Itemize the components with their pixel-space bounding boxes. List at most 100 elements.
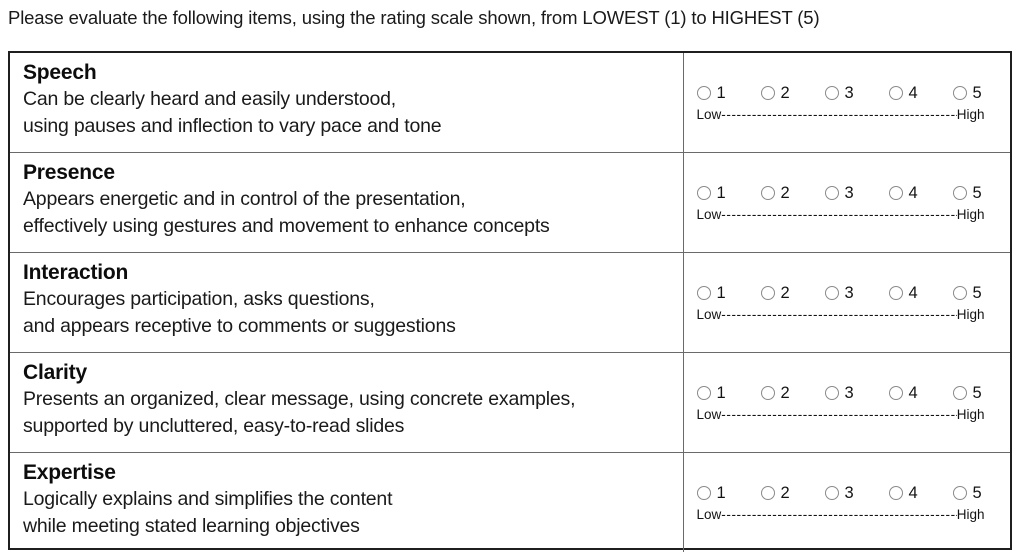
rating-cell-expertise: 1 2 3 4 5 Low --------------------------… — [683, 451, 1010, 552]
rating-anchors: Low ------------------------------------… — [697, 407, 985, 423]
radio-circle-icon[interactable] — [824, 385, 839, 400]
rating-option-1[interactable]: 1 — [696, 283, 761, 302]
radio-circle-icon[interactable] — [696, 385, 711, 400]
rating-options: 1 2 3 4 5 — [696, 82, 995, 104]
rating-anchor-low: Low — [696, 406, 722, 422]
table-row: Presence Appears energetic and in contro… — [10, 152, 1010, 253]
rating-options: 1 2 3 4 5 — [696, 382, 995, 404]
rating-option-5[interactable]: 5 — [952, 483, 982, 502]
item-title: Presence — [23, 161, 115, 185]
rating-option-label: 3 — [844, 184, 854, 203]
radio-circle-icon[interactable] — [696, 186, 711, 201]
radio-circle-icon[interactable] — [760, 385, 775, 400]
rating-option-label: 2 — [780, 184, 790, 203]
rating-option-label: 1 — [716, 383, 726, 402]
rating-option-label: 3 — [844, 84, 854, 103]
radio-circle-icon[interactable] — [888, 86, 903, 101]
item-description-line-2: effectively using gestures and movement … — [23, 215, 550, 238]
rating-option-label: 5 — [972, 184, 982, 203]
radio-circle-icon[interactable] — [952, 285, 967, 300]
rating-option-label: 4 — [908, 383, 918, 402]
rating-anchor-dashes: ----------------------------------------… — [721, 306, 957, 322]
evaluation-table-body: Speech Can be clearly heard and easily u… — [10, 53, 1010, 552]
rating-option-5[interactable]: 5 — [952, 284, 982, 302]
rating-anchor-dashes: ----------------------------------------… — [721, 406, 957, 422]
radio-circle-icon[interactable] — [824, 186, 839, 201]
radio-circle-icon[interactable] — [888, 385, 903, 400]
item-cell-expertise: Expertise Logically explains and simplif… — [10, 451, 684, 552]
radio-circle-icon[interactable] — [696, 485, 711, 500]
rating-option-2[interactable]: 2 — [760, 84, 825, 102]
item-cell-speech: Speech Can be clearly heard and easily u… — [10, 53, 684, 153]
evaluation-table: Speech Can be clearly heard and easily u… — [8, 51, 1012, 552]
rating-anchor-high: High — [956, 207, 985, 223]
radio-circle-icon[interactable] — [824, 86, 839, 101]
rating-option-label: 5 — [972, 483, 982, 502]
radio-circle-icon[interactable] — [696, 86, 711, 101]
rating-option-4[interactable]: 4 — [888, 84, 953, 103]
rating-option-5[interactable]: 5 — [952, 184, 982, 203]
radio-circle-icon[interactable] — [952, 485, 967, 500]
rating-option-label: 4 — [908, 84, 918, 103]
rating-option-2[interactable]: 2 — [760, 184, 825, 203]
rating-anchor-low: Low — [696, 107, 722, 123]
rating-anchors: Low ------------------------------------… — [697, 107, 985, 123]
rating-anchor-dashes: ----------------------------------------… — [721, 506, 957, 522]
rating-option-1[interactable]: 1 — [696, 184, 761, 202]
rating-option-label: 5 — [972, 84, 982, 103]
rating-option-label: 3 — [844, 483, 854, 502]
rating-option-5[interactable]: 5 — [952, 383, 982, 402]
radio-circle-icon[interactable] — [760, 285, 775, 300]
radio-circle-icon[interactable] — [888, 285, 903, 300]
item-description-line-2: while meeting stated learning objectives — [23, 514, 360, 537]
rating-option-2[interactable]: 2 — [760, 484, 825, 502]
rating-option-label: 4 — [908, 184, 918, 203]
rating-option-label: 3 — [844, 283, 854, 302]
rating-option-4[interactable]: 4 — [888, 484, 953, 502]
rating-option-3[interactable]: 3 — [824, 184, 889, 203]
item-title: Expertise — [23, 460, 116, 484]
rating-option-4[interactable]: 4 — [888, 184, 953, 203]
rating-scale: 1 2 3 4 5 Low --------------------------… — [696, 182, 995, 223]
rating-options: 1 2 3 4 5 — [696, 482, 995, 504]
rating-option-3[interactable]: 3 — [824, 483, 889, 502]
rating-options: 1 2 3 4 5 — [696, 182, 995, 204]
radio-circle-icon[interactable] — [888, 485, 903, 500]
item-description-line-1: Can be clearly heard and easily understo… — [23, 88, 396, 110]
rating-option-1[interactable]: 1 — [696, 484, 761, 502]
item-description-line-1: Encourages participation, asks questions… — [23, 288, 375, 311]
rating-option-2[interactable]: 2 — [760, 384, 825, 402]
rating-option-1[interactable]: 1 — [696, 383, 761, 402]
rating-anchors: Low ------------------------------------… — [697, 507, 985, 523]
rating-option-4[interactable]: 4 — [888, 284, 953, 302]
radio-circle-icon[interactable] — [952, 385, 967, 400]
rating-option-2[interactable]: 2 — [760, 284, 825, 302]
radio-circle-icon[interactable] — [760, 485, 775, 500]
rating-option-3[interactable]: 3 — [824, 383, 889, 402]
rating-option-4[interactable]: 4 — [888, 383, 953, 402]
rating-option-5[interactable]: 5 — [952, 84, 982, 103]
rating-anchor-high: High — [956, 306, 985, 322]
rating-anchor-low: Low — [696, 306, 722, 322]
radio-circle-icon[interactable] — [952, 186, 967, 201]
rating-anchor-high: High — [956, 406, 985, 422]
rating-option-label: 1 — [716, 283, 726, 302]
item-description-line-1: Appears energetic and in control of the … — [23, 188, 466, 211]
radio-circle-icon[interactable] — [696, 285, 711, 300]
rating-option-3[interactable]: 3 — [824, 283, 889, 302]
radio-circle-icon[interactable] — [824, 285, 839, 300]
radio-circle-icon[interactable] — [824, 485, 839, 500]
rating-option-1[interactable]: 1 — [696, 84, 761, 102]
rating-option-3[interactable]: 3 — [824, 84, 889, 103]
rating-anchor-low: Low — [696, 506, 722, 522]
instruction-text: Please evaluate the following items, usi… — [8, 7, 820, 28]
radio-circle-icon[interactable] — [888, 186, 903, 201]
rating-anchors: Low ------------------------------------… — [697, 307, 985, 323]
radio-circle-icon[interactable] — [952, 86, 967, 101]
rating-option-label: 5 — [972, 383, 982, 402]
radio-circle-icon[interactable] — [760, 86, 775, 101]
rating-option-label: 3 — [844, 383, 854, 402]
rating-scale: 1 2 3 4 5 Low --------------------------… — [696, 482, 995, 523]
rating-anchors: Low ------------------------------------… — [697, 207, 985, 223]
radio-circle-icon[interactable] — [760, 186, 775, 201]
